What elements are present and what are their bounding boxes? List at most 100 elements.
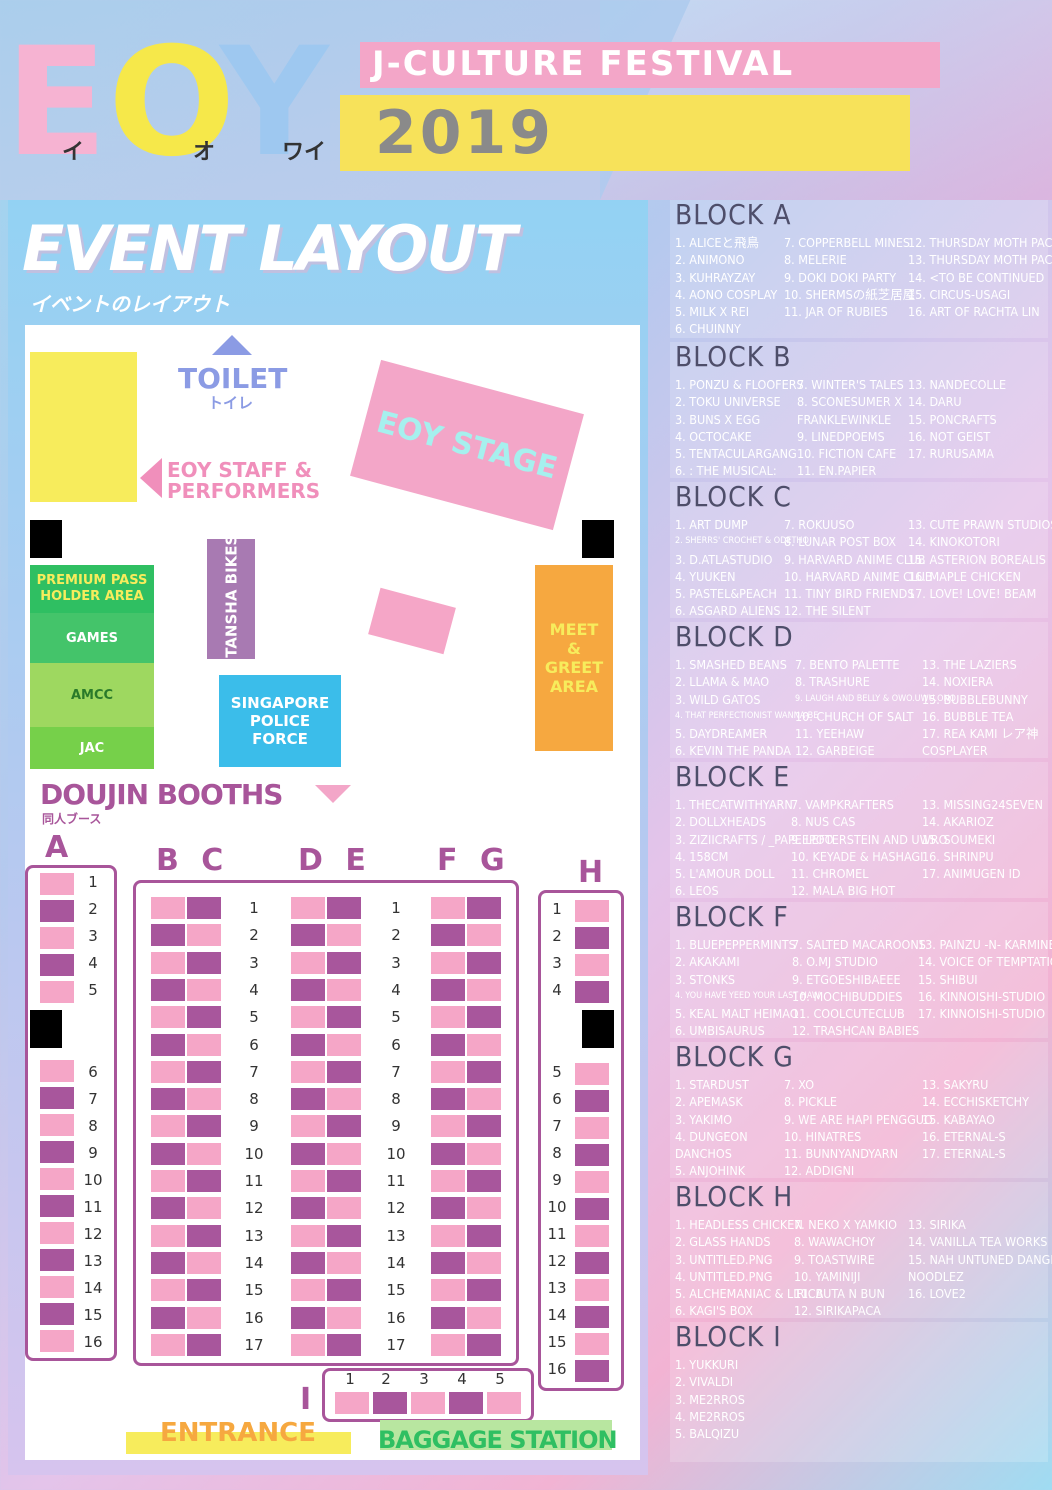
booth-cell[interactable]: [467, 1033, 501, 1056]
booth-cell[interactable]: [327, 1251, 361, 1274]
booth-cell[interactable]: [487, 1392, 521, 1414]
booth-cell[interactable]: [327, 1333, 361, 1356]
booth-cell[interactable]: [40, 1114, 74, 1136]
booth-cell[interactable]: [291, 951, 325, 974]
booth-cell[interactable]: [291, 1279, 325, 1302]
booth-cell[interactable]: [187, 1060, 221, 1083]
booth-cell[interactable]: [40, 873, 74, 895]
booth-cell[interactable]: [575, 900, 609, 922]
booth-cell[interactable]: [151, 1142, 185, 1165]
booth-cell[interactable]: [467, 1006, 501, 1029]
booth-cell[interactable]: [151, 1115, 185, 1138]
booth-cell[interactable]: [291, 1142, 325, 1165]
booth-cell[interactable]: [327, 1115, 361, 1138]
booth-cell[interactable]: [40, 1330, 74, 1352]
booth-cell[interactable]: [291, 1170, 325, 1192]
booth-cell[interactable]: [327, 897, 361, 919]
booth-cell[interactable]: [575, 1063, 609, 1085]
booth-cell[interactable]: [151, 1170, 185, 1192]
booth-cell[interactable]: [327, 1170, 361, 1192]
booth-cell[interactable]: [291, 897, 325, 919]
booth-cell[interactable]: [431, 1115, 465, 1138]
booth-cell[interactable]: [187, 978, 221, 1001]
booth-cell[interactable]: [431, 978, 465, 1001]
booth-cell[interactable]: [575, 1252, 609, 1274]
booth-cell[interactable]: [431, 1170, 465, 1192]
booth-cell[interactable]: [467, 1115, 501, 1138]
booth-cell[interactable]: [467, 1088, 501, 1111]
booth-cell[interactable]: [467, 897, 501, 919]
booth-cell[interactable]: [151, 1306, 185, 1329]
booth-cell[interactable]: [327, 1197, 361, 1220]
booth-cell[interactable]: [151, 978, 185, 1001]
booth-cell[interactable]: [467, 951, 501, 974]
booth-cell[interactable]: [151, 1033, 185, 1056]
booth-cell[interactable]: [449, 1392, 483, 1414]
booth-cell[interactable]: [40, 1141, 74, 1163]
booth-cell[interactable]: [151, 1060, 185, 1083]
booth-cell[interactable]: [327, 1088, 361, 1111]
booth-cell[interactable]: [431, 1224, 465, 1247]
booth-cell[interactable]: [291, 924, 325, 947]
booth-cell[interactable]: [187, 1306, 221, 1329]
booth-cell[interactable]: [40, 927, 74, 949]
booth-cell[interactable]: [187, 951, 221, 974]
booth-cell[interactable]: [291, 1251, 325, 1274]
booth-cell[interactable]: [187, 1197, 221, 1220]
booth-cell[interactable]: [575, 1279, 609, 1301]
booth-cell[interactable]: [467, 1306, 501, 1329]
booth-cell[interactable]: [40, 1087, 74, 1109]
booth-cell[interactable]: [187, 1088, 221, 1111]
booth-cell[interactable]: [40, 900, 74, 922]
booth-cell[interactable]: [327, 1279, 361, 1302]
booth-cell[interactable]: [291, 978, 325, 1001]
booth-cell[interactable]: [327, 1306, 361, 1329]
booth-cell[interactable]: [327, 951, 361, 974]
booth-cell[interactable]: [40, 1249, 74, 1271]
booth-cell[interactable]: [291, 1006, 325, 1029]
booth-cell[interactable]: [327, 1060, 361, 1083]
booth-cell[interactable]: [575, 1198, 609, 1220]
booth-cell[interactable]: [187, 1224, 221, 1247]
booth-cell[interactable]: [327, 1142, 361, 1165]
booth-cell[interactable]: [431, 1279, 465, 1302]
booth-cell[interactable]: [327, 1033, 361, 1056]
booth-cell[interactable]: [575, 954, 609, 976]
booth-cell[interactable]: [151, 1006, 185, 1029]
booth-cell[interactable]: [431, 1306, 465, 1329]
booth-cell[interactable]: [291, 1115, 325, 1138]
booth-cell[interactable]: [327, 1006, 361, 1029]
booth-cell[interactable]: [431, 951, 465, 974]
booth-cell[interactable]: [40, 1276, 74, 1298]
booth-cell[interactable]: [431, 1142, 465, 1165]
booth-cell[interactable]: [327, 924, 361, 947]
booth-cell[interactable]: [40, 1303, 74, 1325]
booth-cell[interactable]: [187, 924, 221, 947]
booth-cell[interactable]: [431, 1251, 465, 1274]
booth-cell[interactable]: [151, 1088, 185, 1111]
booth-cell[interactable]: [575, 1360, 609, 1382]
booth-cell[interactable]: [187, 1251, 221, 1274]
booth-cell[interactable]: [327, 978, 361, 1001]
booth-cell[interactable]: [335, 1392, 369, 1414]
booth-cell[interactable]: [151, 1224, 185, 1247]
booth-cell[interactable]: [187, 1142, 221, 1165]
booth-cell[interactable]: [411, 1392, 445, 1414]
booth-cell[interactable]: [431, 1033, 465, 1056]
booth-cell[interactable]: [291, 1333, 325, 1356]
booth-cell[interactable]: [467, 1279, 501, 1302]
booth-cell[interactable]: [151, 1197, 185, 1220]
booth-cell[interactable]: [151, 1279, 185, 1302]
booth-cell[interactable]: [467, 978, 501, 1001]
booth-cell[interactable]: [291, 1306, 325, 1329]
booth-cell[interactable]: [187, 897, 221, 919]
booth-cell[interactable]: [291, 1033, 325, 1056]
booth-cell[interactable]: [575, 1225, 609, 1247]
booth-cell[interactable]: [40, 1060, 74, 1082]
booth-cell[interactable]: [151, 951, 185, 974]
booth-cell[interactable]: [40, 1222, 74, 1244]
booth-cell[interactable]: [431, 1333, 465, 1356]
booth-cell[interactable]: [187, 1170, 221, 1192]
booth-cell[interactable]: [151, 1251, 185, 1274]
booth-cell[interactable]: [467, 1224, 501, 1247]
